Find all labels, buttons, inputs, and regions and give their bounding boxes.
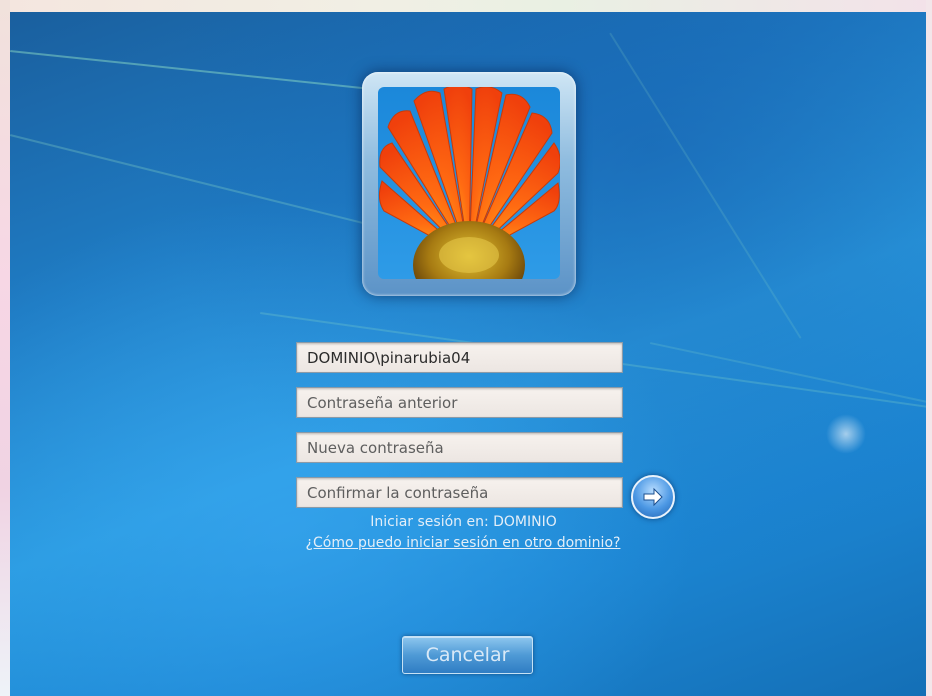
cancel-button[interactable]: Cancelar <box>402 636 533 674</box>
photo-border-right <box>926 0 932 696</box>
old-password-field[interactable]: Contraseña anterior <box>296 387 623 418</box>
new-password-placeholder: Nueva contraseña <box>307 438 444 457</box>
flower-avatar-icon <box>378 87 560 279</box>
username-field[interactable]: DOMINIO\pinarubia04 <box>296 342 623 373</box>
other-domain-link[interactable]: ¿Cómo puedo iniciar sesión en otro domin… <box>280 535 646 551</box>
old-password-placeholder: Contraseña anterior <box>307 393 458 412</box>
confirm-password-field[interactable]: Confirmar la contraseña <box>296 477 623 508</box>
confirm-password-placeholder: Confirmar la contraseña <box>307 483 489 502</box>
background-streak <box>609 32 802 339</box>
new-password-field[interactable]: Nueva contraseña <box>296 432 623 463</box>
background-glow <box>826 414 866 454</box>
username-value: DOMINIO\pinarubia04 <box>307 348 471 367</box>
logon-screen: DOMINIO\pinarubia04 Contraseña anterior … <box>10 12 926 696</box>
photo-border-top <box>0 0 932 12</box>
submit-button[interactable] <box>631 475 675 519</box>
user-avatar-frame <box>362 72 576 296</box>
signin-domain-label: Iniciar sesión en: DOMINIO <box>370 514 557 530</box>
photo-border-left <box>0 0 10 696</box>
arrow-right-icon <box>643 487 663 507</box>
